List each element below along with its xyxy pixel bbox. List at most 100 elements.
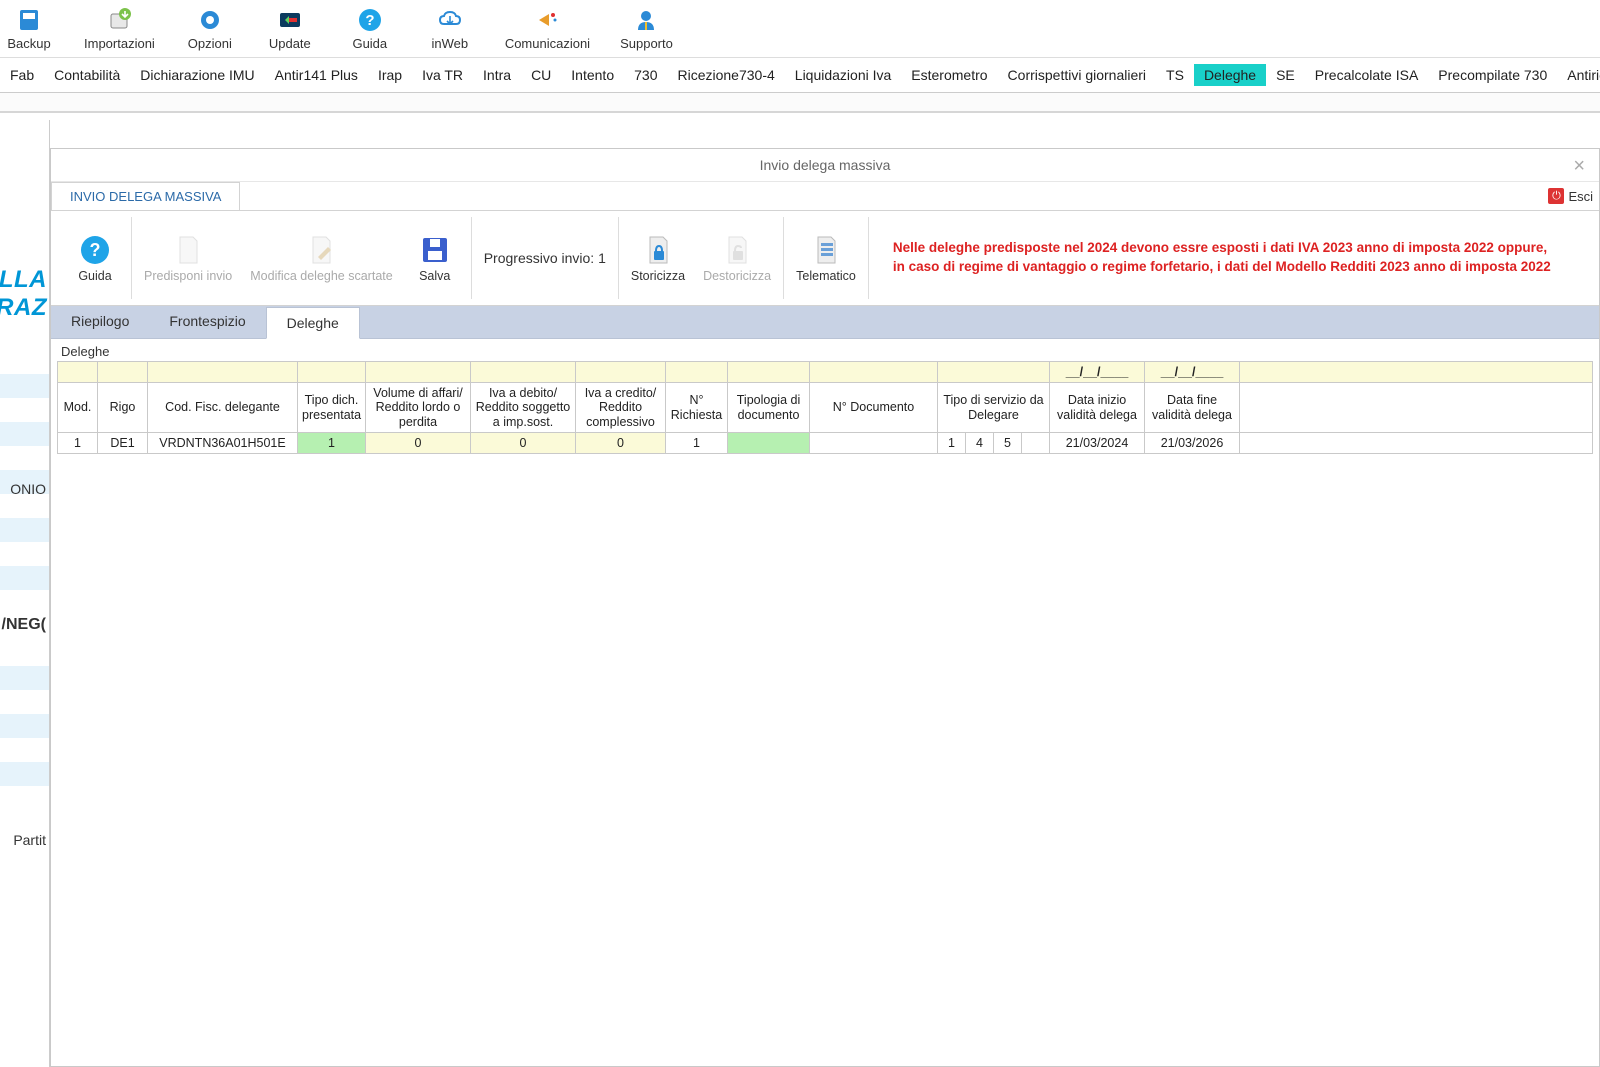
cell-rigo[interactable]: DE1 (98, 433, 148, 454)
close-icon[interactable]: × (1573, 155, 1585, 178)
modifica-deleghe-button[interactable]: Modifica deleghe scartate (250, 233, 392, 283)
col-mod: Mod. (58, 383, 98, 433)
modal-tab-row: INVIO DELEGA MASSIVA ⏻ Esci (51, 182, 1599, 211)
menu-dichiarazione-imu[interactable]: Dichiarazione IMU (130, 64, 264, 86)
date-placeholder-1: __/__/____ (1050, 362, 1145, 383)
menu-iva-tr[interactable]: Iva TR (412, 64, 473, 86)
menu-fab[interactable]: Fab (0, 64, 44, 86)
menu-corrispettivi[interactable]: Corrispettivi giornalieri (998, 64, 1157, 86)
menu-contabilita[interactable]: Contabilità (44, 64, 130, 86)
edit-document-icon (304, 233, 338, 267)
support-icon (632, 6, 660, 34)
cell-iva-credito[interactable]: 0 (576, 433, 666, 454)
update-icon (276, 6, 304, 34)
col-iva-debito: Iva a debito/ Reddito soggetto a imp.sos… (471, 383, 576, 433)
cell-mod[interactable]: 1 (58, 433, 98, 454)
document-icon (171, 233, 205, 267)
destoricizza-button[interactable]: Destoricizza (703, 233, 771, 283)
table-row[interactable]: 1 DE1 VRDNTN36A01H501E 1 0 0 0 1 1 4 5 2… (58, 433, 1593, 454)
menu-deleghe[interactable]: Deleghe (1194, 64, 1266, 86)
tab-frontespizio[interactable]: Frontespizio (149, 306, 265, 338)
menu-intra[interactable]: Intra (473, 64, 521, 86)
col-tipo-dich: Tipo dich. presentata (298, 383, 366, 433)
menu-ts[interactable]: TS (1156, 64, 1194, 86)
opzioni-button[interactable]: Opzioni (185, 6, 235, 51)
left-row-neg: /NEG( (2, 616, 46, 634)
menu-730[interactable]: 730 (624, 64, 667, 86)
menu-liquidazioni-iva[interactable]: Liquidazioni Iva (785, 64, 902, 86)
unlock-document-icon (720, 233, 754, 267)
cell-n-documento[interactable] (810, 433, 938, 454)
cell-cod-fisc[interactable]: VRDNTN36A01H501E (148, 433, 298, 454)
cell-n-richiesta[interactable]: 1 (666, 433, 728, 454)
group-deleghe-label: Deleghe (51, 339, 1599, 361)
col-tipo-servizio: Tipo di servizio da Delegare (938, 383, 1050, 433)
salva-button[interactable]: Salva (411, 233, 459, 283)
lock-document-icon (641, 233, 675, 267)
menu-esterometro[interactable]: Esterometro (901, 64, 997, 86)
date-placeholder-2: __/__/____ (1145, 362, 1240, 383)
cell-ts1[interactable]: 1 (938, 433, 966, 454)
spacer (0, 93, 1600, 113)
backup-icon (15, 6, 43, 34)
cell-ts3[interactable]: 5 (994, 433, 1022, 454)
cell-tipologia[interactable] (728, 433, 810, 454)
col-data-inizio: Data inizio validità delega (1050, 383, 1145, 433)
menu-ricezione730[interactable]: Ricezione730-4 (667, 64, 784, 86)
col-cod-fisc: Cod. Fisc. delegante (148, 383, 298, 433)
warning-message: Nelle deleghe predisposte nel 2024 devon… (893, 239, 1551, 277)
megaphone-icon (533, 6, 561, 34)
inner-tabs: Riepilogo Frontespizio Deleghe (51, 306, 1599, 339)
menu-precompilate-730[interactable]: Precompilate 730 (1428, 64, 1557, 86)
ribbon: ? Guida Predisponi invio Modifica delegh… (51, 211, 1599, 306)
help-icon: ? (78, 233, 112, 267)
cloud-icon (436, 6, 464, 34)
cell-data-inizio[interactable]: 21/03/2024 (1050, 433, 1145, 454)
cell-ts2[interactable]: 4 (966, 433, 994, 454)
cell-volume[interactable]: 0 (366, 433, 471, 454)
col-volume: Volume di affari/ Reddito lordo o perdit… (366, 383, 471, 433)
power-icon: ⏻ (1548, 188, 1564, 204)
modal-title-bar: Invio delega massiva × (51, 149, 1599, 182)
inweb-button[interactable]: inWeb (425, 6, 475, 51)
col-tipologia: Tipologia di documento (728, 383, 810, 433)
cell-data-fine[interactable]: 21/03/2026 (1145, 433, 1240, 454)
svg-text:?: ? (90, 240, 101, 260)
modal-tab-title[interactable]: INVIO DELEGA MASSIVA (51, 182, 240, 210)
left-row-partit: Partit (13, 832, 46, 848)
import-icon (105, 6, 133, 34)
gear-icon (196, 6, 224, 34)
esci-button[interactable]: ⏻ Esci (1548, 188, 1593, 204)
importazioni-button[interactable]: Importazioni (84, 6, 155, 51)
deleghe-grid[interactable]: __/__/____ __/__/____ Mod. Rigo Cod. Fis… (57, 361, 1593, 454)
menu-irap[interactable]: Irap (368, 64, 412, 86)
comunicazioni-button[interactable]: Comunicazioni (505, 6, 590, 51)
progressivo-label: Progressivo invio: 1 (484, 250, 606, 266)
menu-intento[interactable]: Intento (561, 64, 624, 86)
tab-deleghe[interactable]: Deleghe (266, 307, 360, 339)
backup-button[interactable]: Backup (4, 6, 54, 51)
telematico-icon (809, 233, 843, 267)
guida-button[interactable]: ? Guida (345, 6, 395, 51)
supporto-button[interactable]: Supporto (620, 6, 673, 51)
left-row-onio: ONIO (10, 481, 46, 497)
col-n-documento: N° Documento (810, 383, 938, 433)
guida-ribbon-button[interactable]: ? Guida (71, 233, 119, 283)
cell-ts4[interactable] (1022, 433, 1050, 454)
modal-invio-delega: Invio delega massiva × INVIO DELEGA MASS… (50, 148, 1600, 1067)
tab-riepilogo[interactable]: Riepilogo (51, 306, 149, 338)
update-button[interactable]: Update (265, 6, 315, 51)
storicizza-button[interactable]: Storicizza (631, 233, 685, 283)
menu-antir141[interactable]: Antir141 Plus (265, 64, 368, 86)
cell-tipo-dich[interactable]: 1 (298, 433, 366, 454)
menu-antiriciclag[interactable]: Antiriciclag (1557, 64, 1600, 86)
top-toolbar: Backup Importazioni Opzioni Update ? Gui… (0, 0, 1600, 58)
menu-se[interactable]: SE (1266, 64, 1305, 86)
menu-bar: Fab Contabilità Dichiarazione IMU Antir1… (0, 58, 1600, 93)
telematico-button[interactable]: Telematico (796, 233, 856, 283)
menu-precalcolate-isa[interactable]: Precalcolate ISA (1305, 64, 1429, 86)
cell-iva-debito[interactable]: 0 (471, 433, 576, 454)
predisponi-invio-button[interactable]: Predisponi invio (144, 233, 232, 283)
menu-cu[interactable]: CU (521, 64, 561, 86)
col-iva-credito: Iva a credito/ Reddito complessivo (576, 383, 666, 433)
